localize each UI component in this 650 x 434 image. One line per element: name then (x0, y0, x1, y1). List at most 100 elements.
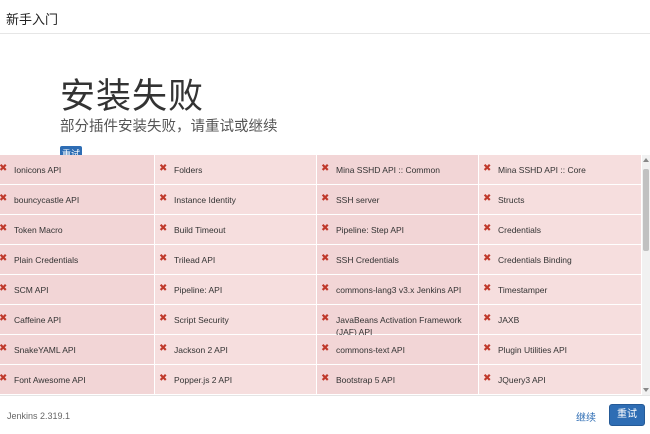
scroll-up-arrow-icon[interactable] (643, 158, 649, 162)
failed-x-icon: ✖ (159, 253, 168, 264)
plugin-item: ✖ SSH server (317, 185, 479, 215)
continue-link[interactable]: 继续 (576, 409, 596, 424)
failed-x-icon: ✖ (159, 163, 168, 174)
plugin-item: ✖ JavaBeans Activation Framework (JAF) AP… (317, 305, 479, 337)
plugin-item: ✖ Script Security (155, 305, 317, 335)
plugin-name: commons-text API (336, 345, 405, 355)
plugin-item: ✖ Font Awesome API (0, 365, 155, 395)
plugin-list-scrollbar[interactable] (642, 155, 650, 395)
plugin-list: ✖ Ionicons API ✖ Folders ✖ Mina SSHD API :: C… (0, 155, 642, 395)
failed-x-icon: ✖ (159, 313, 168, 324)
failed-x-icon: ✖ (321, 313, 330, 324)
dialog-header: 新手入门 (0, 0, 650, 34)
failed-x-icon: ✖ (0, 373, 8, 384)
failed-x-icon: ✖ (159, 223, 168, 234)
failed-x-icon: ✖ (321, 373, 330, 384)
plugin-item: ✖ commons-lang3 v3.x Jenkins API (317, 275, 479, 305)
failed-x-icon: ✖ (0, 283, 8, 294)
plugin-item: ✖ Folders (155, 155, 317, 185)
plugin-name: SSH Credentials (336, 255, 399, 265)
plugin-name: Mina SSHD API :: Core (498, 165, 586, 175)
failed-x-icon: ✖ (0, 343, 8, 354)
failed-x-icon: ✖ (321, 223, 330, 234)
failed-x-icon: ✖ (159, 193, 168, 204)
page-title: 安装失败 (60, 77, 205, 116)
failed-x-icon: ✖ (483, 253, 492, 264)
plugin-item: ✖ Credentials Binding (479, 245, 642, 275)
failed-x-icon: ✖ (321, 163, 330, 174)
plugin-item: ✖ bouncycastle API (0, 185, 155, 215)
failed-x-icon: ✖ (483, 283, 492, 294)
failed-x-icon: ✖ (0, 163, 8, 174)
failed-x-icon: ✖ (321, 343, 330, 354)
failed-x-icon: ✖ (483, 343, 492, 354)
plugin-item: ✖ Build Timeout (155, 215, 317, 245)
plugin-name: Pipeline: API (174, 285, 223, 295)
plugin-item: ✖ commons-text API (317, 335, 479, 365)
failed-x-icon: ✖ (0, 193, 8, 204)
plugin-item: ✖ Ionicons API (0, 155, 155, 185)
plugin-name: JAXB (498, 315, 520, 325)
plugin-name: Bootstrap 5 API (336, 375, 396, 385)
scroll-thumb[interactable] (643, 169, 649, 251)
scroll-down-arrow-icon[interactable] (643, 388, 649, 392)
failed-x-icon: ✖ (483, 373, 492, 384)
plugin-name: Plugin Utilities API (498, 345, 567, 355)
failed-x-icon: ✖ (321, 193, 330, 204)
plugin-name: Trilead API (174, 255, 216, 265)
plugin-name: Caffeine API (14, 315, 62, 325)
plugin-item: ✖ Mina SSHD API :: Core (479, 155, 642, 185)
plugin-name: Instance Identity (174, 195, 236, 205)
plugin-item: ✖ Trilead API (155, 245, 317, 275)
plugin-name: commons-lang3 v3.x Jenkins API (336, 285, 462, 295)
failed-x-icon: ✖ (483, 223, 492, 234)
page-subtitle: 部分插件安装失败，请重试或继续 (60, 119, 278, 135)
plugin-item: ✖ Token Macro (0, 215, 155, 245)
failed-x-icon: ✖ (159, 343, 168, 354)
plugin-name: Font Awesome API (14, 375, 86, 385)
failed-x-icon: ✖ (483, 163, 492, 174)
plugin-item: ✖ Pipeline: API (155, 275, 317, 305)
plugin-name: Credentials (498, 225, 541, 235)
plugin-item: ✖ SnakeYAML API (0, 335, 155, 365)
plugin-item: ✖ Plain Credentials (0, 245, 155, 275)
plugin-name: Script Security (174, 315, 229, 325)
failed-x-icon: ✖ (483, 313, 492, 324)
plugin-item: ✖ SSH Credentials (317, 245, 479, 275)
plugin-name: Jackson 2 API (174, 345, 228, 355)
plugin-item: ✖ Plugin Utilities API (479, 335, 642, 365)
failed-x-icon: ✖ (159, 283, 168, 294)
plugin-name: Folders (174, 165, 203, 175)
plugin-name: SSH server (336, 195, 380, 205)
plugin-item: ✖ JQuery3 API (479, 365, 642, 395)
plugin-name: Build Timeout (174, 225, 226, 235)
plugin-name: Ionicons API (14, 165, 62, 175)
plugin-name: Structs (498, 195, 525, 205)
plugin-item: ✖ Instance Identity (155, 185, 317, 215)
plugin-item: ✖ Structs (479, 185, 642, 215)
failed-x-icon: ✖ (0, 313, 8, 324)
plugin-name: Popper.js 2 API (174, 375, 233, 385)
plugin-name: Plain Credentials (14, 255, 79, 265)
plugin-grid: ✖ Ionicons API ✖ Folders ✖ Mina SSHD API :: C… (0, 155, 642, 395)
failed-x-icon: ✖ (321, 283, 330, 294)
hero-section: 安装失败 部分插件安装失败，请重试或继续 重试 (0, 35, 650, 156)
plugin-item: ✖ Bootstrap 5 API (317, 365, 479, 395)
plugin-item: ✖ JAXB (479, 305, 642, 335)
plugin-name: SCM API (14, 285, 49, 295)
plugin-item: ✖ Popper.js 2 API (155, 365, 317, 395)
plugin-item: ✖ Timestamper (479, 275, 642, 305)
failed-x-icon: ✖ (0, 253, 8, 264)
failed-x-icon: ✖ (159, 373, 168, 384)
plugin-item: ✖ Pipeline: Step API (317, 215, 479, 245)
plugin-name: SnakeYAML API (14, 345, 76, 355)
plugin-name: Mina SSHD API :: Common (336, 165, 440, 175)
failed-x-icon: ✖ (0, 223, 8, 234)
plugin-item: ✖ SCM API (0, 275, 155, 305)
version-label: Jenkins 2.319.1 (7, 411, 71, 421)
plugin-item: ✖ Mina SSHD API :: Common (317, 155, 479, 185)
dialog-footer: Jenkins 2.319.1 继续 重试 (0, 395, 650, 434)
plugin-item: ✖ Jackson 2 API (155, 335, 317, 365)
plugin-name: Token Macro (14, 225, 63, 235)
retry-button[interactable]: 重试 (609, 404, 645, 426)
